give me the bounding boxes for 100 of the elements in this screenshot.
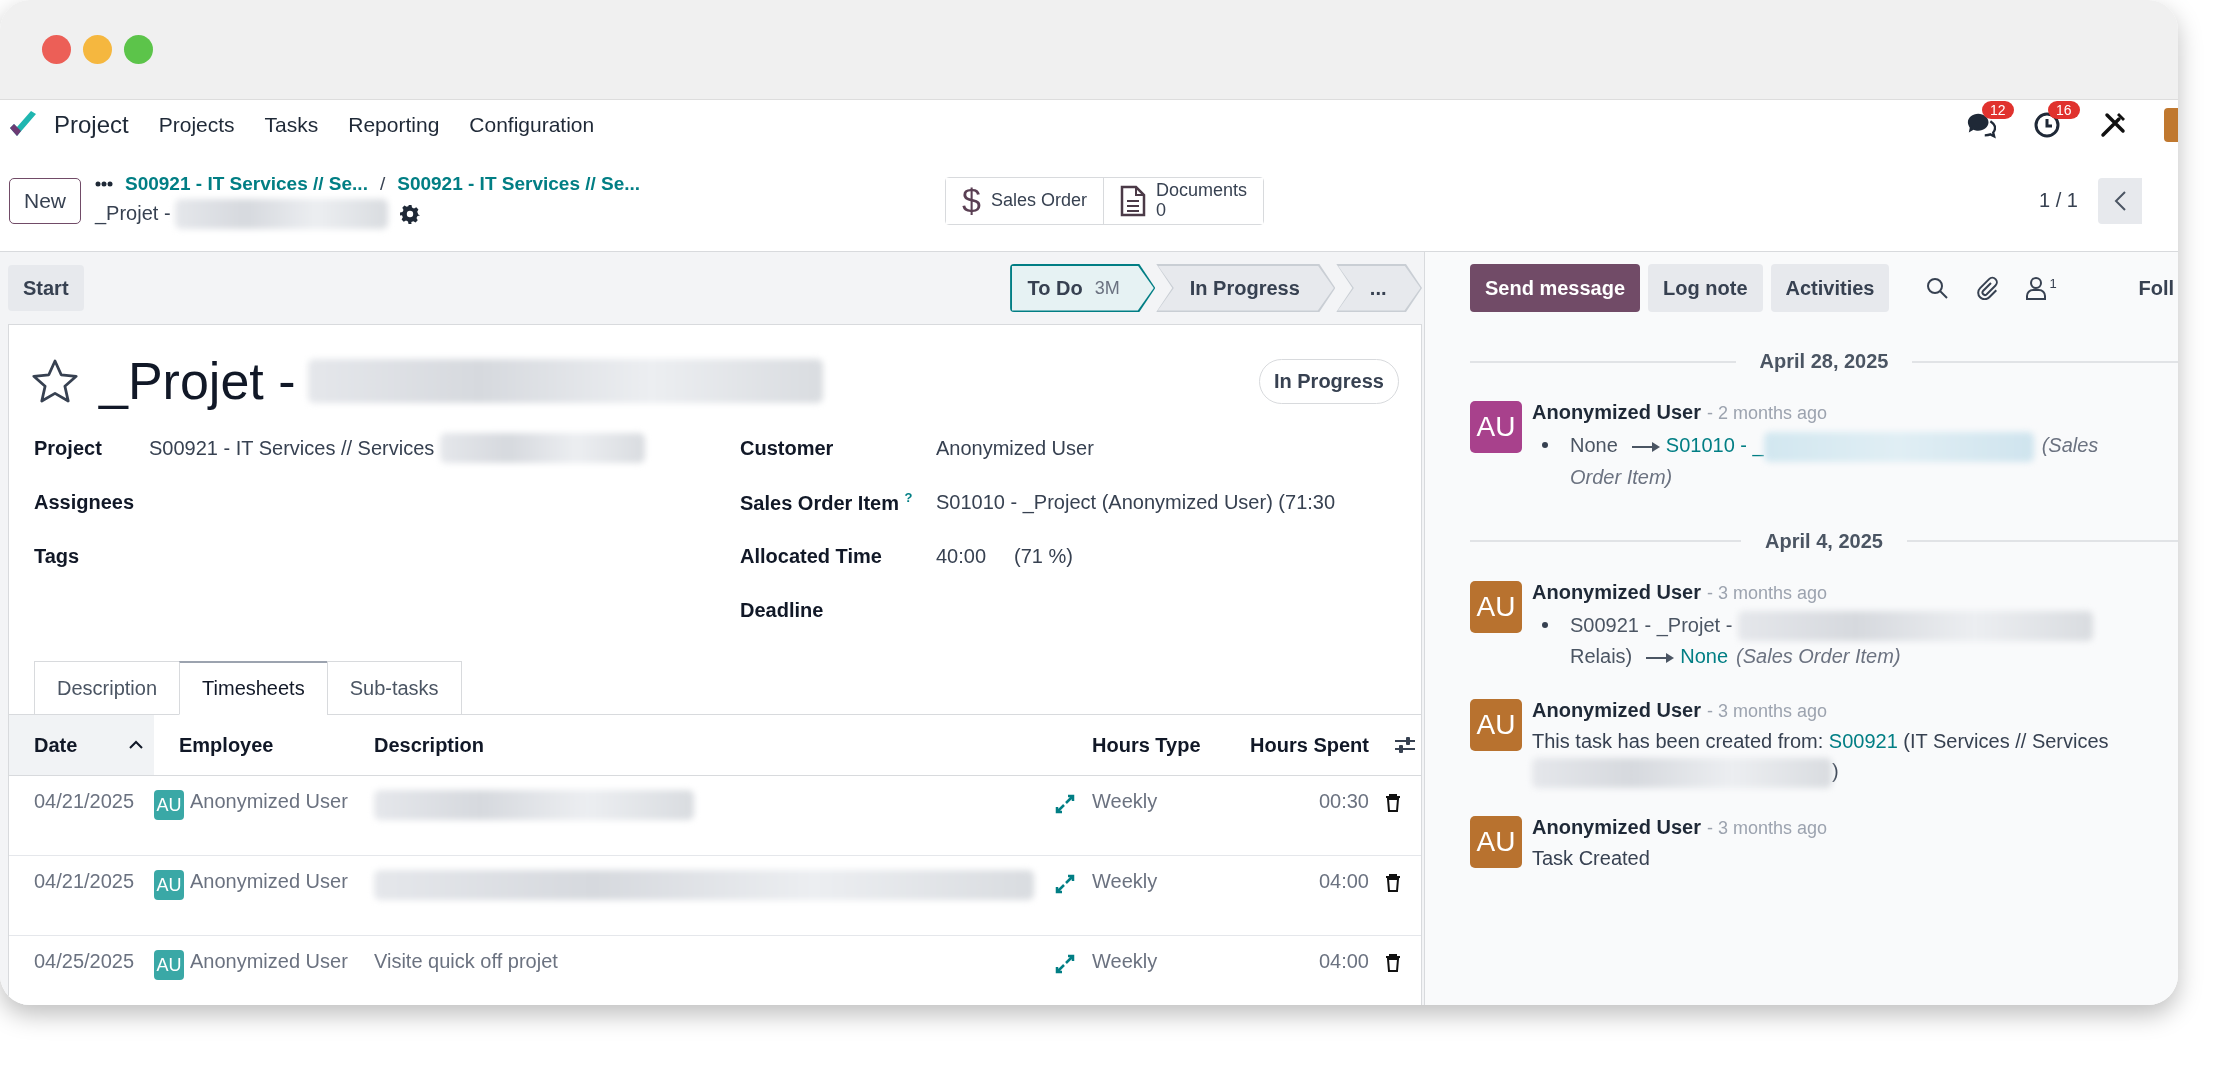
employee-cell: Anonymized User <box>190 870 348 893</box>
message-time: - 3 months ago <box>1706 701 1827 723</box>
menu-item[interactable]: Configuration <box>469 113 595 137</box>
start-button[interactable]: Start <box>8 265 84 311</box>
smart-button[interactable]: Documents 0 <box>1102 177 1263 224</box>
tab[interactable]: Sub-tasks <box>326 661 462 715</box>
field-label: Assignees <box>34 490 136 514</box>
employee-avatar: AU <box>154 870 184 900</box>
document-icon <box>1119 184 1146 217</box>
employee-avatar: AU <box>154 950 184 980</box>
author-avatar: AU <box>1470 699 1522 752</box>
field-label: Project <box>34 436 103 460</box>
column-header[interactable]: Date <box>9 715 154 775</box>
expand-icon[interactable] <box>1055 794 1075 814</box>
field-value: (71 %) <box>1014 544 1073 568</box>
menu-item[interactable]: Reporting <box>348 113 440 137</box>
new-button[interactable]: New <box>9 177 81 224</box>
tracking-change: S00921 - _Projet - Relais) None (Sales Order Item) <box>1570 609 2093 672</box>
dollar-icon: $ <box>962 181 981 220</box>
author-avatar: AU <box>1470 816 1522 869</box>
field-value[interactable]: Anonymized User <box>936 436 1094 460</box>
tracking-change: None S01010 - _ (Sales Order Item) <box>1570 430 2110 492</box>
column-header[interactable]: Description <box>374 715 1055 775</box>
hours-cell-text: 04:00 <box>1317 869 1369 894</box>
star-icon[interactable] <box>31 358 79 404</box>
date-cell-text: 04/25/2025 <box>33 949 136 974</box>
hours-type-cell-text: Weekly <box>1092 869 1159 894</box>
chatter-button[interactable]: Log note <box>1648 264 1763 312</box>
trash-icon[interactable] <box>1385 953 1401 973</box>
column-header[interactable]: Hours Type <box>1092 715 1242 775</box>
paperclip-icon[interactable] <box>1975 276 2000 300</box>
message-text: Task Created <box>1532 846 1651 872</box>
expand-icon[interactable] <box>1055 954 1075 974</box>
app-name[interactable]: Project <box>54 111 129 139</box>
hours-cell-text: 04:00 <box>1317 949 1369 974</box>
notification-badge: 12 <box>1982 101 2014 119</box>
pager-value: 1 / 1 <box>2039 189 2078 212</box>
record-link[interactable]: S00921 <box>1828 730 1898 753</box>
task-title: _Projet - <box>99 351 296 411</box>
followers-button[interactable]: 1 <box>2025 276 2057 300</box>
field-value[interactable]: S01010 - _Project (Anonymized User) (71:30 <box>936 490 1336 514</box>
column-header[interactable]: Employee <box>154 715 374 775</box>
chatter-button[interactable]: Send message <box>1470 264 1641 312</box>
author-name: Anonymized User <box>1532 401 1701 424</box>
breadcrumb-separator: / <box>379 172 386 195</box>
column-header[interactable]: Hours Spent <box>1242 715 1369 775</box>
field-label: Sales Order Item $^{?}$ <box>740 489 914 515</box>
arrow-icon <box>1631 441 1660 452</box>
tab[interactable]: Timesheets <box>179 661 327 715</box>
author-name: Anonymized User <box>1532 580 1701 604</box>
employee-avatar: AU <box>154 790 184 820</box>
notification-badge: 16 <box>2048 101 2080 119</box>
description-cell: Visite quick off projet <box>374 950 558 972</box>
breadcrumb-link[interactable]: S00921 - IT Services // Se... <box>397 172 641 195</box>
trash-icon[interactable] <box>1385 873 1401 893</box>
expand-icon[interactable] <box>1055 874 1075 894</box>
follow-button[interactable]: Foll <box>2138 276 2174 300</box>
hours-type-cell-text: Weekly <box>1092 789 1159 814</box>
record-name: _Projet - <box>95 202 171 225</box>
arrow-icon <box>1646 653 1675 664</box>
sort-caret-icon[interactable] <box>128 740 144 750</box>
message-time: - 3 months ago <box>1706 582 1827 604</box>
gear-icon[interactable] <box>399 203 420 224</box>
hours-cell-text: 00:30 <box>1317 789 1369 814</box>
stage-button[interactable]: In Progress <box>1156 264 1336 312</box>
trash-icon[interactable] <box>1385 793 1401 813</box>
chatter-button[interactable]: Activities <box>1770 264 1890 312</box>
author-name: Anonymized User <box>1532 699 1701 723</box>
message-time: - 2 months ago <box>1706 403 1827 424</box>
employee-cell: Anonymized User <box>190 950 348 973</box>
date-cell-text: 04/21/2025 <box>33 789 136 814</box>
tab[interactable]: Description <box>34 661 180 715</box>
date-separator: April 4, 2025 <box>1765 529 1883 553</box>
field-value[interactable]: 40:00 <box>936 544 987 568</box>
menu-item[interactable]: Projects <box>158 113 235 137</box>
tools-icon[interactable] <box>2098 111 2128 139</box>
menu-item[interactable]: Tasks <box>264 113 319 137</box>
field-label: Deadline <box>740 598 825 622</box>
author-avatar: AU <box>1470 580 1522 633</box>
field-value[interactable]: S00921 - IT Services // Services <box>149 436 435 460</box>
message-text: This task has been created from: S00921 (IT Services // Services ) <box>1532 726 2109 789</box>
stage-button[interactable]: To Do 3M <box>1010 264 1156 312</box>
date-cell-text: 04/21/2025 <box>33 869 136 894</box>
sliders-icon[interactable] <box>1394 735 1416 755</box>
chevron-left-icon <box>2113 189 2127 212</box>
hours-type-cell-text: Weekly <box>1092 949 1159 974</box>
stage-badge: In Progress <box>1258 358 1399 404</box>
stage-button[interactable]: ... <box>1336 264 1422 312</box>
pager-previous-button[interactable] <box>2098 177 2142 224</box>
breadcrumb-link[interactable]: S00921 - IT Services // Se... <box>125 172 368 195</box>
date-separator: April 28, 2025 <box>1759 350 1889 373</box>
author-name: Anonymized User <box>1532 816 1701 840</box>
ellipsis-icon[interactable] <box>95 180 113 187</box>
message-time: - 3 months ago <box>1706 818 1827 840</box>
new-value[interactable]: None <box>1680 645 1729 668</box>
new-value[interactable]: S01010 - _ <box>1665 434 1764 456</box>
employee-cell: Anonymized User <box>190 790 348 813</box>
window-control[interactable] <box>42 35 71 64</box>
search-icon[interactable] <box>1925 276 1950 300</box>
field-label: Allocated Time <box>740 544 883 568</box>
